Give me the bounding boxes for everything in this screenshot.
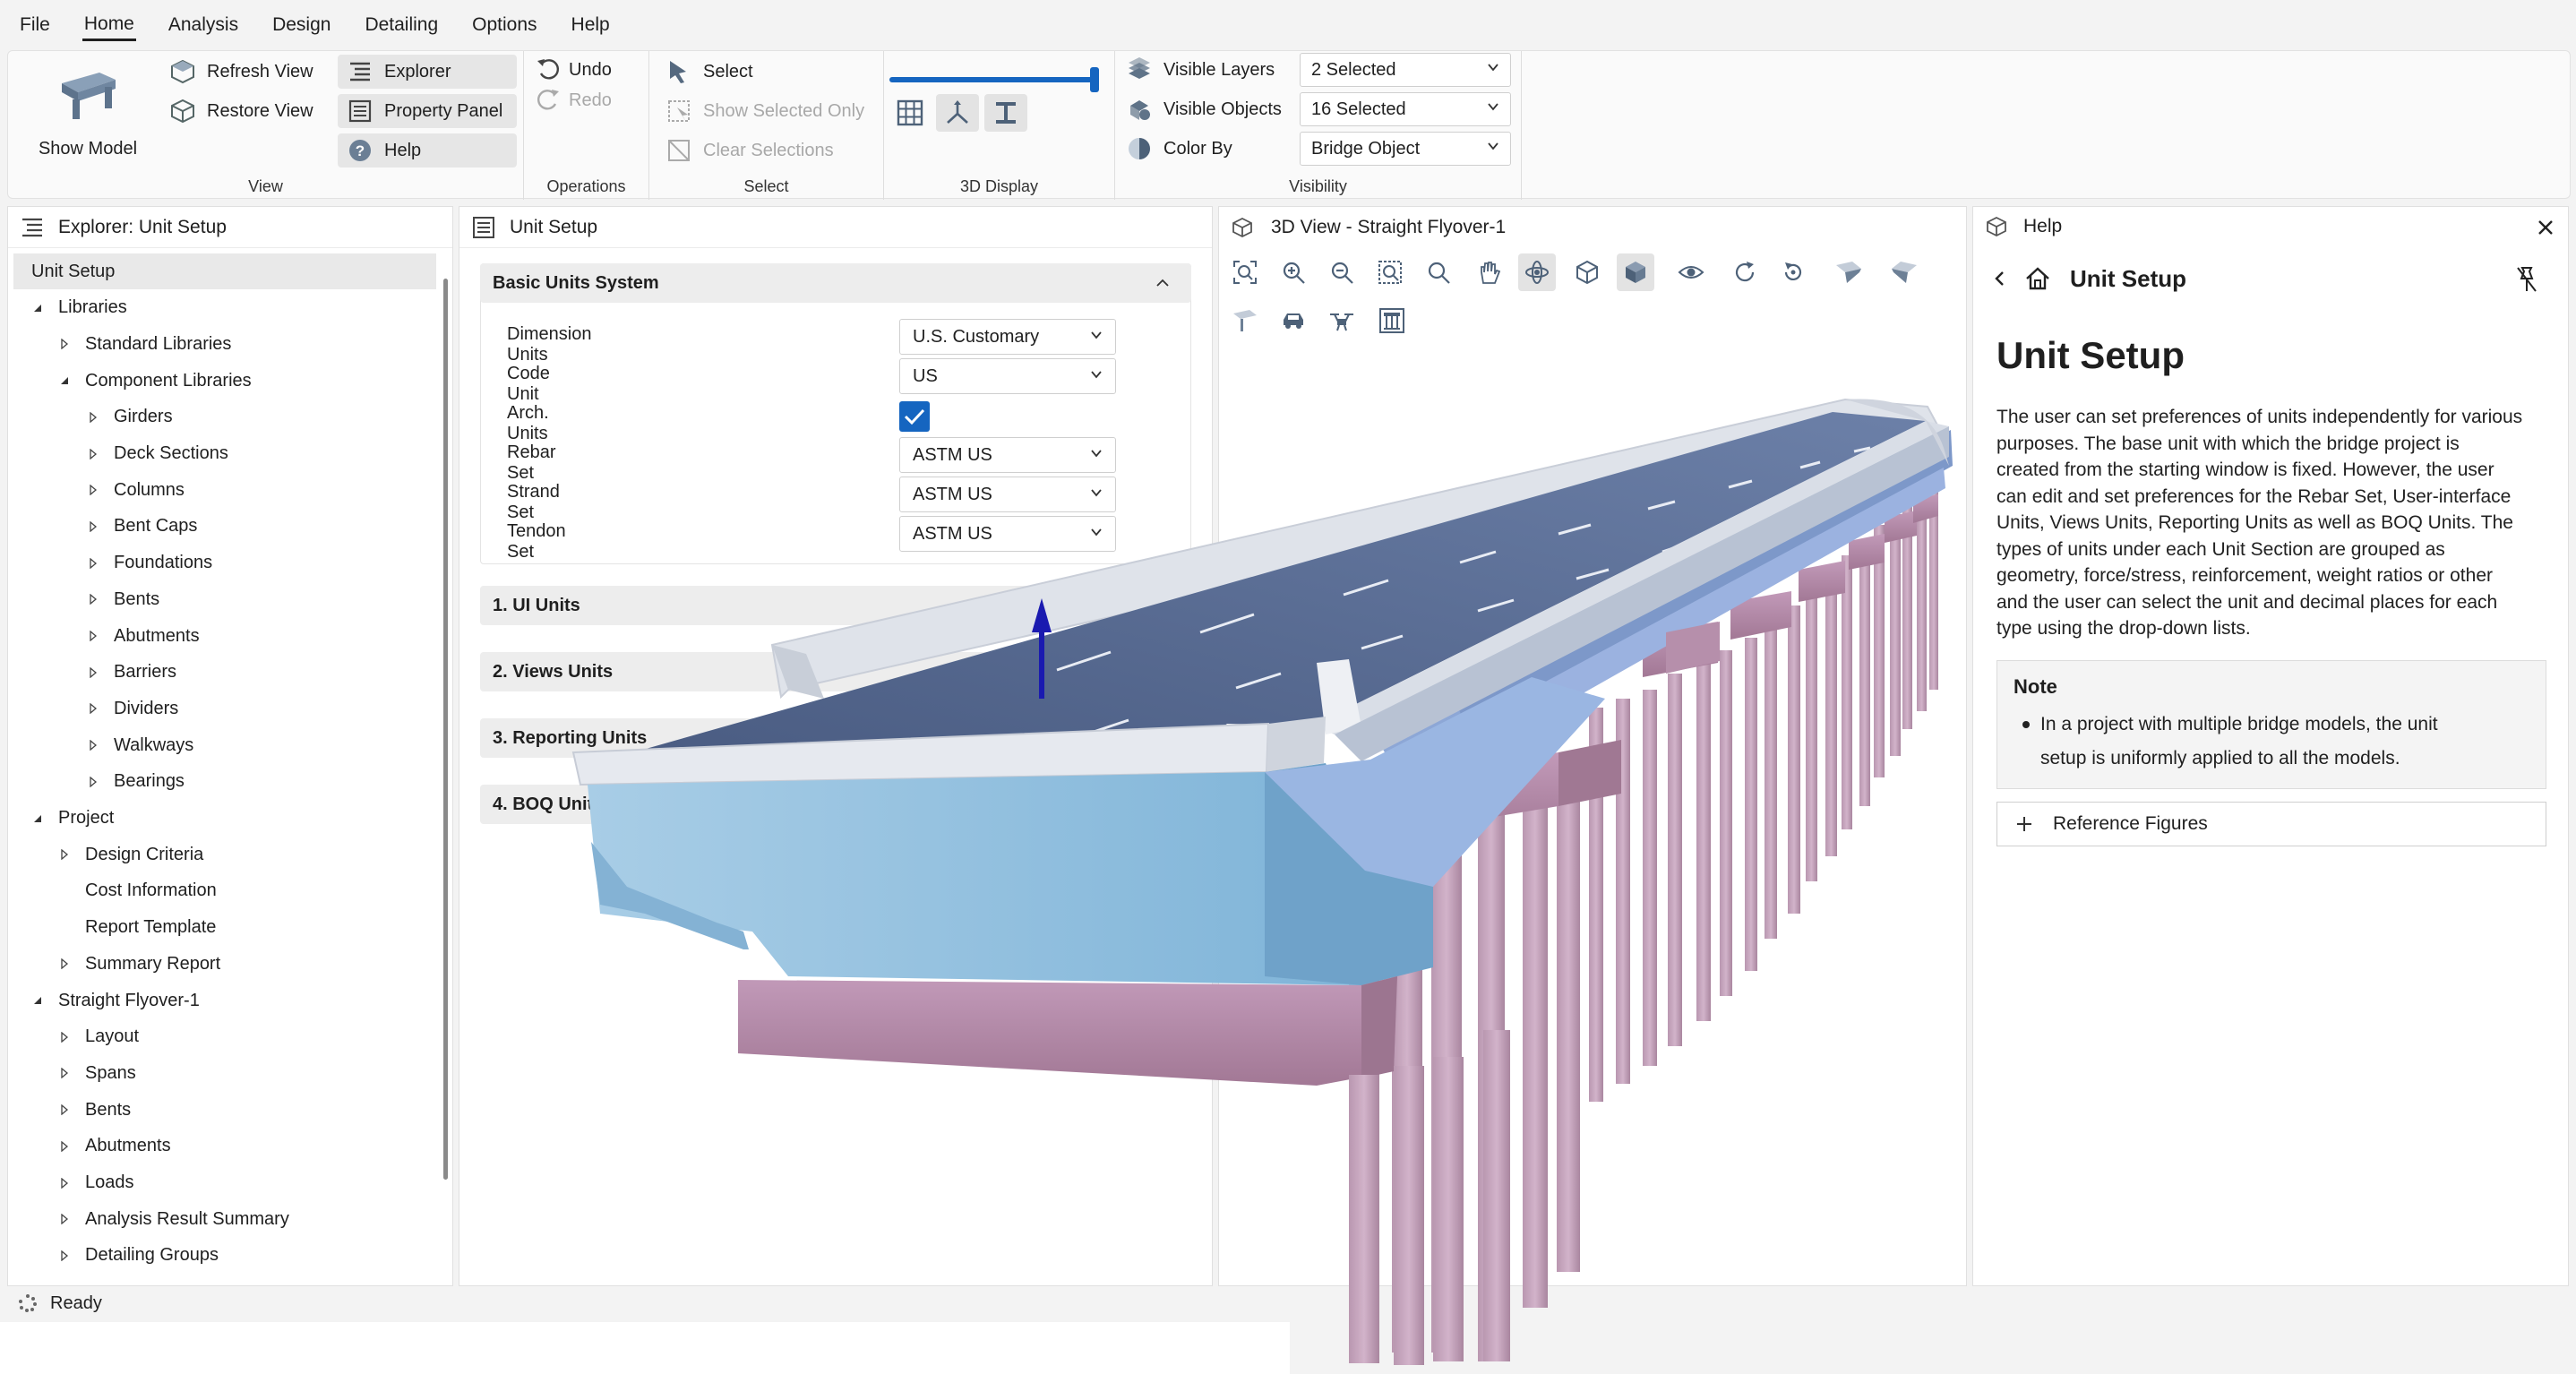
front-pier-cap: [738, 976, 1397, 1086]
box-girder: [588, 772, 1361, 985]
status-bar: Ready: [0, 1290, 2576, 1317]
status-text: Ready: [50, 1292, 102, 1313]
bottom-area: [0, 1322, 1290, 1374]
deck-front-slab-side: [1267, 717, 1326, 772]
front-pier-cap-side: [1361, 976, 1397, 1078]
pier-cap-side: [1558, 740, 1621, 806]
bridge-3d-model[interactable]: [0, 0, 2576, 1374]
status-spinner-icon: [19, 1294, 37, 1312]
